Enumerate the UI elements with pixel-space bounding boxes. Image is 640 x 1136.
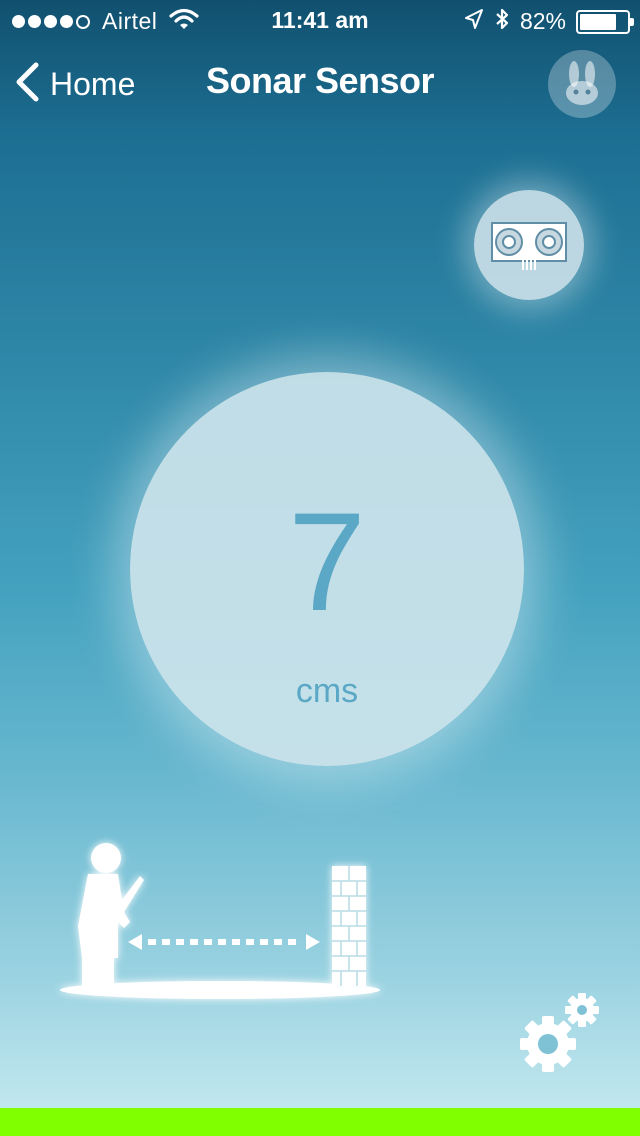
bottom-status-bar [0,1108,640,1136]
distance-illustration [30,830,430,1020]
location-arrow-icon [464,8,484,35]
settings-button[interactable] [514,990,604,1080]
gears-icon [520,993,599,1072]
brick-wall-icon [332,866,366,986]
bluetooth-icon [494,7,510,36]
navigation-bar: Home Sonar Sensor [0,50,640,120]
distance-reading: 7 cms [130,372,524,766]
battery-icon [576,9,634,34]
status-right: 82% [464,7,634,36]
distance-unit: cms [295,672,359,710]
page-title: Sonar Sensor [205,60,435,101]
battery-percent: 82% [519,8,566,34]
status-bar: Airtel 11:41 am 82% [0,0,640,40]
person-icon [78,843,144,986]
ultrasonic-sensor-icon [474,190,584,300]
distance-arrow-icon [128,934,320,950]
rabbit-icon[interactable] [548,50,616,118]
distance-value: 7 [288,483,366,640]
